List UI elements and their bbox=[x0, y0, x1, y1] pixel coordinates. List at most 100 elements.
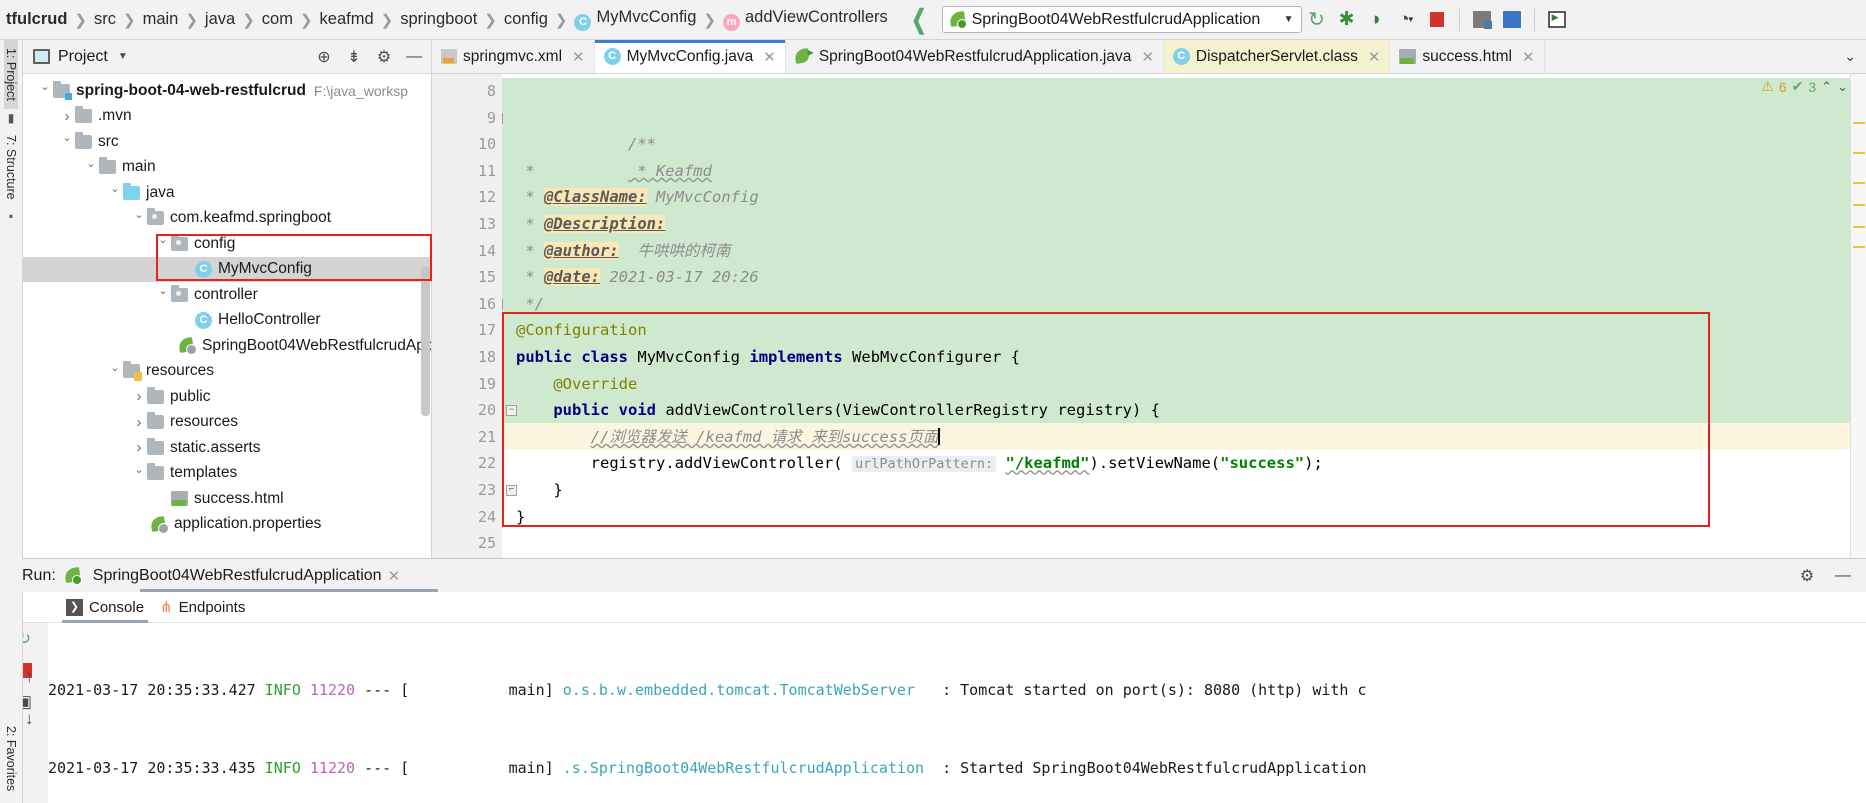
rail-item-project[interactable]: 1: Project bbox=[4, 40, 18, 109]
chevron-down-icon[interactable] bbox=[37, 84, 53, 97]
chevron-right-icon[interactable] bbox=[131, 388, 147, 405]
breadcrumb-item-src[interactable]: src bbox=[92, 10, 118, 29]
tree-row-application-properties[interactable]: application.properties bbox=[23, 512, 431, 538]
coverage-button[interactable]: ◔ ▼ bbox=[1392, 5, 1422, 35]
minimize-icon[interactable]: — bbox=[1832, 567, 1854, 585]
tab-mymvcconfig-java[interactable]: C MyMvcConfig.java ✕ bbox=[594, 40, 786, 73]
breadcrumb-item-class[interactable]: C MyMvcConfig bbox=[572, 8, 698, 31]
breadcrumb-item-keafmd[interactable]: keafmd bbox=[318, 10, 376, 29]
project-tree-scrollbar[interactable] bbox=[421, 266, 430, 416]
chevron-right-icon[interactable] bbox=[131, 414, 147, 431]
bookmarks-icon[interactable]: ▮ bbox=[8, 111, 15, 125]
project-structure-button[interactable] bbox=[1467, 5, 1497, 35]
back-arrow-icon[interactable]: ❮ bbox=[911, 4, 926, 35]
tree-row-static-asserts[interactable]: static.asserts bbox=[23, 435, 431, 461]
chevron-down-icon[interactable] bbox=[155, 288, 171, 301]
tree-row-config[interactable]: config bbox=[23, 231, 431, 257]
chevron-down-icon[interactable] bbox=[59, 135, 75, 148]
tree-row-springboot-app[interactable]: SpringBoot04WebRestfulcrudApp bbox=[23, 333, 431, 359]
chevron-down-icon[interactable] bbox=[131, 212, 147, 225]
code-fold-icon[interactable]: − bbox=[502, 112, 503, 124]
breadcrumb-item-com[interactable]: com bbox=[260, 10, 295, 29]
tree-row-resources[interactable]: resources bbox=[23, 359, 431, 385]
next-problem-icon[interactable]: ⌄ bbox=[1837, 79, 1848, 95]
chevron-right-icon[interactable] bbox=[131, 439, 147, 456]
chevron-down-icon[interactable]: ▼ bbox=[1407, 15, 1415, 24]
preview-button[interactable] bbox=[1542, 5, 1572, 35]
bottom-left-rail: 2: Favorites bbox=[0, 558, 23, 803]
settings-gear-icon[interactable]: ⚙ bbox=[1796, 566, 1818, 586]
tree-row-package-root[interactable]: com.keafmd.springboot bbox=[23, 206, 431, 232]
tree-row-templates[interactable]: templates bbox=[23, 461, 431, 487]
tree-row-src[interactable]: src bbox=[23, 129, 431, 155]
close-icon[interactable]: ✕ bbox=[1522, 48, 1535, 66]
chevron-down-icon[interactable]: ▼ bbox=[1274, 14, 1294, 25]
breadcrumb-item-project[interactable]: tfulcrud bbox=[4, 10, 69, 29]
breadcrumb-item-java[interactable]: java bbox=[203, 10, 237, 29]
translate-button[interactable] bbox=[1497, 5, 1527, 35]
locate-file-icon[interactable]: ⊕ bbox=[313, 47, 335, 67]
tree-row-public[interactable]: public bbox=[23, 384, 431, 410]
tree-row-main[interactable]: main bbox=[23, 155, 431, 181]
tree-row-project[interactable]: spring-boot-04-web-restfulcrud F:\java_w… bbox=[23, 78, 431, 104]
scroll-up-icon[interactable]: ↑ bbox=[25, 667, 34, 687]
project-tree[interactable]: spring-boot-04-web-restfulcrud F:\java_w… bbox=[23, 74, 431, 558]
chevron-down-icon[interactable]: ▼ bbox=[116, 51, 130, 62]
close-icon[interactable]: ✕ bbox=[388, 567, 401, 585]
tab-endpoints[interactable]: ⋔ Endpoints bbox=[156, 592, 257, 622]
hide-panel-icon[interactable]: — bbox=[403, 48, 425, 66]
project-structure-icon bbox=[1472, 11, 1492, 29]
breadcrumb-item-springboot[interactable]: springboot bbox=[398, 10, 479, 29]
rerun-button[interactable]: ◗ bbox=[1362, 5, 1392, 35]
tab-springboot-application-java[interactable]: SpringBoot04WebRestfulcrudApplication.ja… bbox=[786, 40, 1164, 73]
breadcrumb-item-method[interactable]: m addViewControllers bbox=[721, 8, 890, 31]
scroll-down-icon[interactable]: ↓ bbox=[25, 709, 34, 729]
javadoc-tag-description: @Description: bbox=[544, 214, 666, 233]
debug-icon: ✱ bbox=[1338, 9, 1355, 30]
tree-row-mvn[interactable]: .mvn bbox=[23, 104, 431, 130]
rail-item-favorites[interactable]: 2: Favorites bbox=[4, 718, 18, 799]
rail-item-structure[interactable]: 7: Structure bbox=[4, 127, 18, 208]
code-fold-icon[interactable]: − bbox=[506, 405, 517, 417]
tree-row-success-html[interactable]: success.html bbox=[23, 486, 431, 512]
chevron-down-icon[interactable] bbox=[107, 365, 123, 378]
code-fold-end-icon[interactable]: ⌐ bbox=[502, 298, 503, 310]
settings-gear-icon[interactable]: ⚙ bbox=[373, 47, 395, 67]
tab-success-html[interactable]: success.html ✕ bbox=[1390, 40, 1545, 73]
run-configuration-selector[interactable]: SpringBoot04WebRestfulcrudApplication ▼ bbox=[941, 6, 1302, 33]
chevron-down-icon[interactable] bbox=[83, 161, 99, 174]
prev-problem-icon[interactable]: ⌃ bbox=[1821, 79, 1832, 95]
run-button[interactable]: ↻ bbox=[1302, 5, 1332, 35]
tree-row-java[interactable]: java bbox=[23, 180, 431, 206]
tab-console[interactable]: ❯ Console bbox=[62, 592, 156, 623]
run-session-tab[interactable]: SpringBoot04WebRestfulcrudApplication ✕ bbox=[64, 567, 400, 585]
chevron-down-icon[interactable] bbox=[155, 237, 171, 250]
code-editor[interactable]: ⚠ 6 ✔ 3 ⌃ ⌄ 8 9 10 11 12 13 14 15 16 17 … bbox=[432, 74, 1866, 558]
breadcrumb-item-main[interactable]: main bbox=[141, 10, 181, 29]
tree-row-resources-sub[interactable]: resources bbox=[23, 410, 431, 436]
debug-button[interactable]: ✱ bbox=[1332, 5, 1362, 35]
close-icon[interactable]: ✕ bbox=[572, 48, 585, 66]
breadcrumb-sep-icon: ❯ bbox=[185, 11, 198, 29]
tree-row-controller[interactable]: controller bbox=[23, 282, 431, 308]
grid-icon[interactable]: ▪ bbox=[9, 209, 13, 223]
tree-label: src bbox=[98, 132, 119, 150]
chevron-down-icon[interactable] bbox=[131, 467, 147, 480]
close-icon[interactable]: ✕ bbox=[1368, 48, 1381, 66]
inspection-strip[interactable] bbox=[1850, 74, 1866, 558]
code-content[interactable]: −/** * Keafmd * * @ClassName: MyMvcConfi… bbox=[502, 74, 1850, 558]
tab-overflow-button[interactable]: ⌄ bbox=[1834, 40, 1866, 73]
close-icon[interactable]: ✕ bbox=[763, 48, 776, 66]
tab-dispatcherservlet-class[interactable]: C DispatcherServlet.class ✕ bbox=[1163, 40, 1391, 73]
collapse-all-icon[interactable]: ⇟ bbox=[343, 47, 365, 67]
tree-row-hellocontroller[interactable]: C HelloController bbox=[23, 308, 431, 334]
chevron-down-icon[interactable] bbox=[107, 186, 123, 199]
breadcrumb-item-config[interactable]: config bbox=[502, 10, 550, 29]
stop-button[interactable] bbox=[1422, 5, 1452, 35]
tab-springmvc-xml[interactable]: springmvc.xml ✕ bbox=[432, 40, 595, 73]
console-output[interactable]: 2021-03-17 20:35:33.427 INFO 11220 --- [… bbox=[48, 623, 1866, 803]
chevron-right-icon[interactable] bbox=[59, 108, 75, 125]
code-fold-end-icon[interactable]: ⌐ bbox=[506, 484, 517, 496]
close-icon[interactable]: ✕ bbox=[1141, 48, 1154, 66]
tree-row-mymvcconfig[interactable]: C MyMvcConfig bbox=[23, 256, 431, 282]
